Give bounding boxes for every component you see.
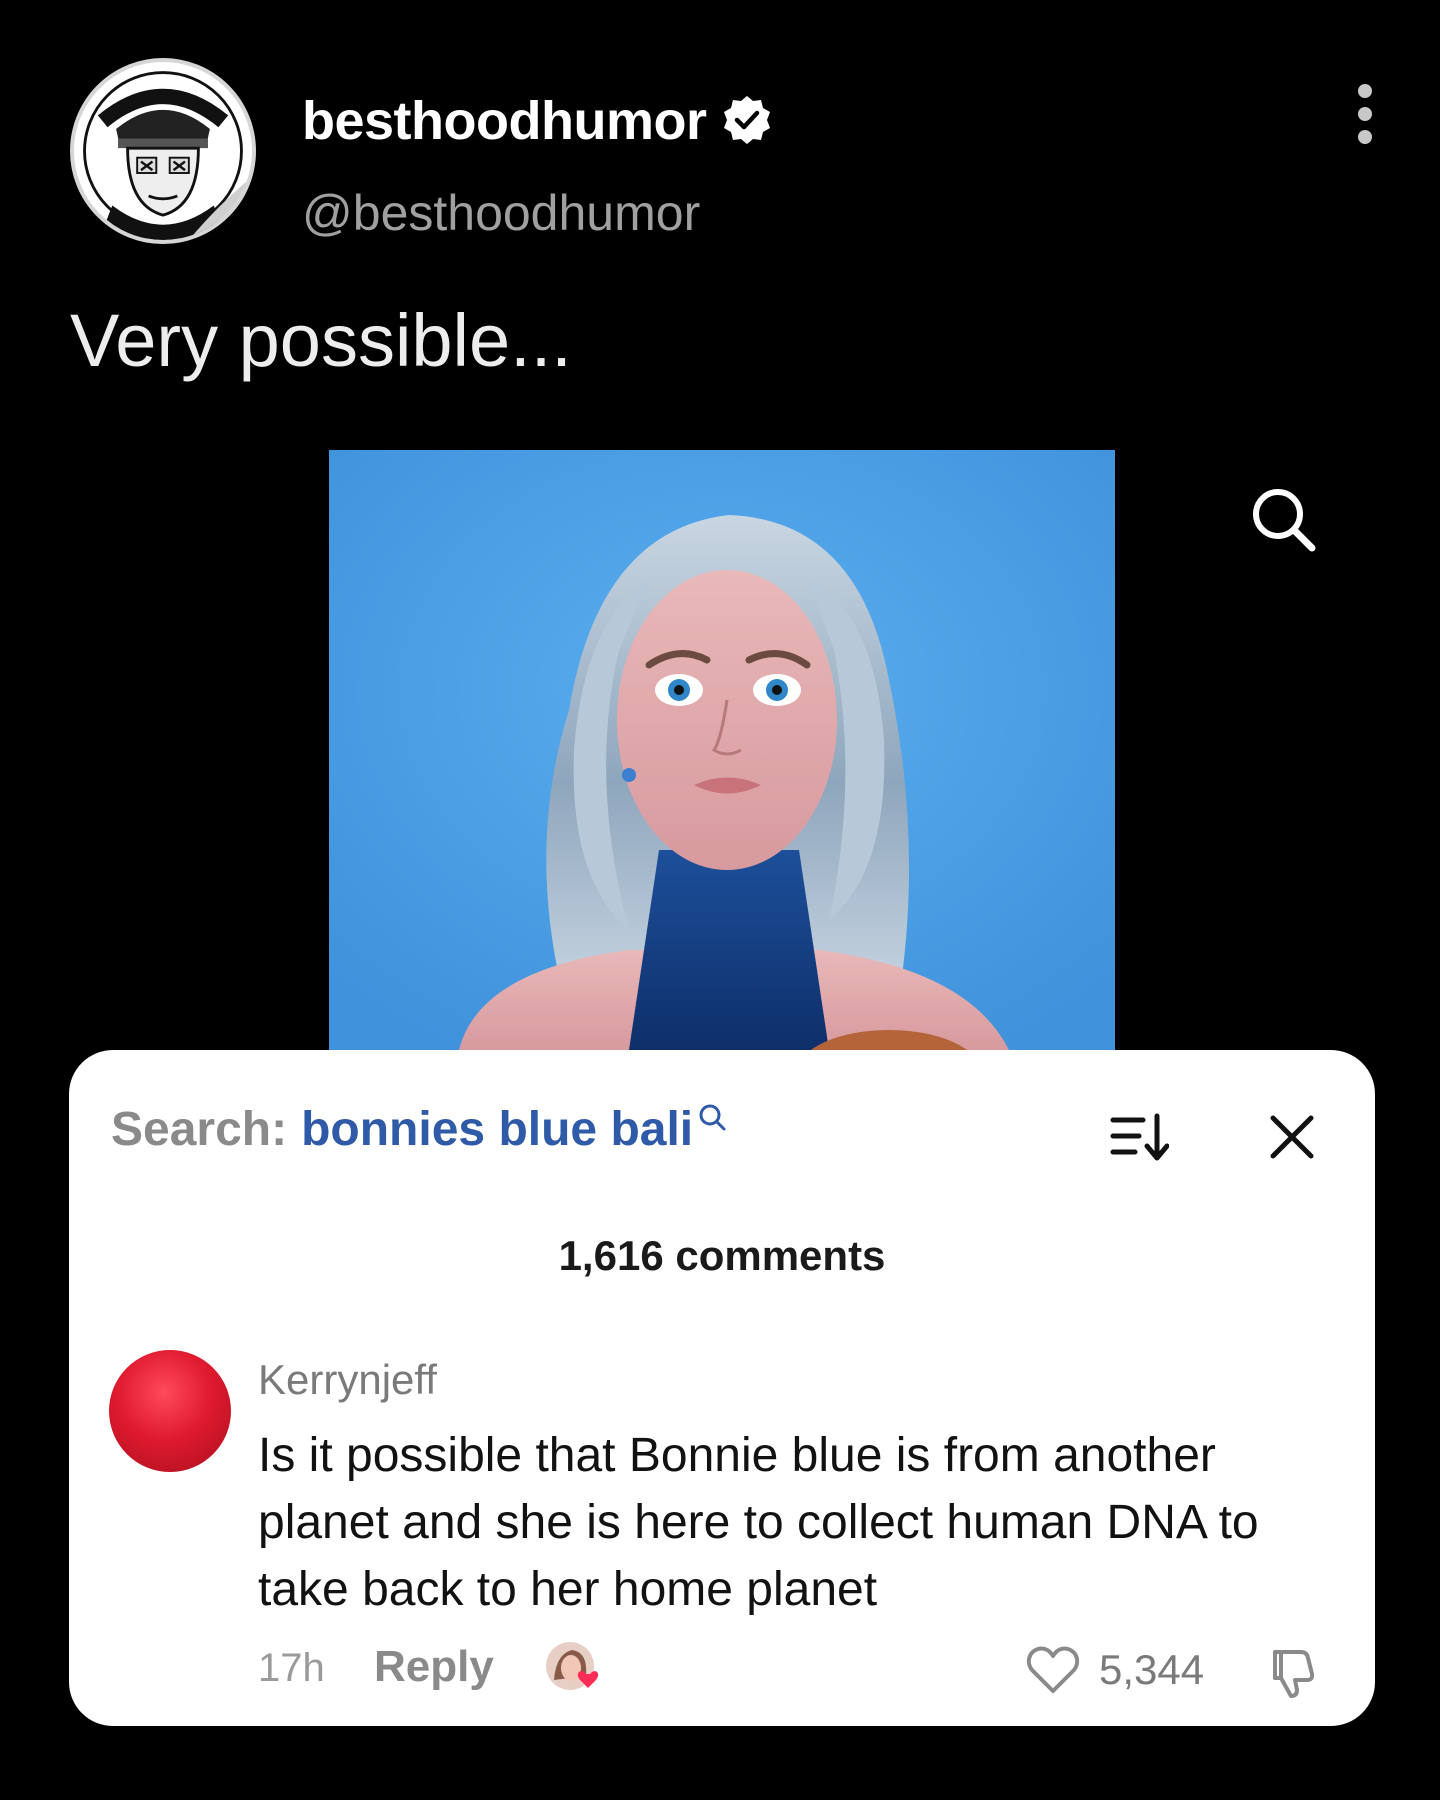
comment-text: Is it possible that Bonnie blue is from … [258, 1429, 1259, 1616]
like-count: 5,344 [1099, 1646, 1205, 1693]
search-prefix-label: Search: [111, 1103, 288, 1156]
comment-timestamp: 17h [258, 1646, 325, 1690]
more-vertical-icon [1358, 84, 1372, 98]
comment-author[interactable]: Kerrynjeff [258, 1356, 437, 1404]
search-icon[interactable] [1248, 484, 1318, 554]
post-caption: Very possible... [70, 299, 572, 382]
verified-badge-icon [724, 96, 771, 144]
reply-button[interactable]: Reply [374, 1642, 494, 1692]
profile-avatar[interactable] [70, 58, 256, 244]
comment-count: 1,616 comments [558, 1232, 886, 1279]
heart-icon[interactable] [1025, 1644, 1081, 1696]
username-row: besthoodhumor [302, 94, 774, 148]
comment-search-bar[interactable]: Search: bonnies blue bali [111, 1103, 727, 1156]
thumbs-down-icon[interactable] [1265, 1644, 1321, 1700]
close-icon[interactable] [1267, 1112, 1317, 1162]
portrait-image [329, 450, 1115, 1050]
commenter-avatar[interactable] [109, 1350, 231, 1472]
creator-liked-icon [546, 1642, 599, 1690]
post-image[interactable] [329, 450, 1115, 1050]
more-options-button[interactable] [1350, 84, 1380, 144]
username[interactable]: besthoodhumor [302, 94, 707, 148]
post-header: besthoodhumor @besthoodhumor [70, 58, 1380, 248]
sort-icon[interactable] [1109, 1110, 1169, 1164]
comment-panel: Search: bonnies blue bali 1,616 comments… [69, 1050, 1375, 1726]
query-search-icon [699, 1104, 726, 1131]
search-query-text[interactable]: bonnies blue bali [301, 1106, 693, 1154]
hood-humor-logo-icon [77, 65, 252, 240]
user-handle: @besthoodhumor [302, 185, 701, 241]
